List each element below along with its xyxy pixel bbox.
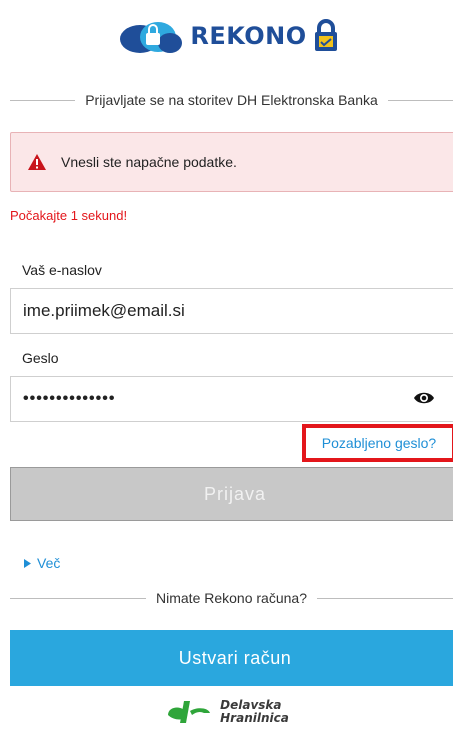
password-label: Geslo (22, 350, 59, 366)
divider-line-left (10, 597, 147, 599)
padlock-icon (314, 19, 337, 51)
service-title: Prijavljate se na storitev DH Elektronsk… (85, 92, 378, 108)
warning-icon (27, 153, 47, 171)
login-button[interactable]: Prijava (10, 467, 453, 521)
rekono-logo: REKONO (0, 14, 453, 58)
alert-message: Vnesli ste napačne podatke. (61, 154, 237, 170)
create-account-button[interactable]: Ustvari račun (10, 630, 453, 686)
error-alert: Vnesli ste napačne podatke. (10, 132, 453, 192)
partner-logo: Delavska Hranilnica (0, 694, 453, 730)
divider-line-right (317, 597, 453, 599)
countdown-message: Počakajte 1 sekund! (10, 208, 128, 223)
brand-name: REKONO (190, 22, 307, 50)
forgot-password-highlight: Pozabljeno geslo? (302, 424, 453, 462)
delavska-hranilnica-logo-icon (168, 701, 211, 723)
email-field[interactable]: ime.priimek@email.si (10, 288, 453, 334)
email-value: ime.priimek@email.si (23, 301, 185, 320)
service-title-divider: Prijavljate se na storitev DH Elektronsk… (10, 92, 453, 108)
divider-line-right (387, 99, 453, 101)
forgot-password-link[interactable]: Pozabljeno geslo? (322, 435, 436, 451)
no-account-title: Nimate Rekono računa? (156, 590, 307, 606)
eye-icon[interactable] (413, 390, 435, 406)
no-account-divider: Nimate Rekono računa? (10, 590, 453, 606)
more-toggle[interactable]: Več (24, 555, 60, 571)
caret-right-icon (24, 558, 31, 568)
password-field[interactable]: •••••••••••••• (10, 376, 453, 422)
partner-line-2: Hranilnica (220, 711, 289, 725)
cloud-lock-icon (120, 22, 183, 53)
more-label: Več (37, 555, 61, 571)
divider-line-left (10, 99, 76, 101)
email-label: Vaš e-naslov (22, 262, 102, 278)
password-value: •••••••••••••• (23, 390, 116, 407)
